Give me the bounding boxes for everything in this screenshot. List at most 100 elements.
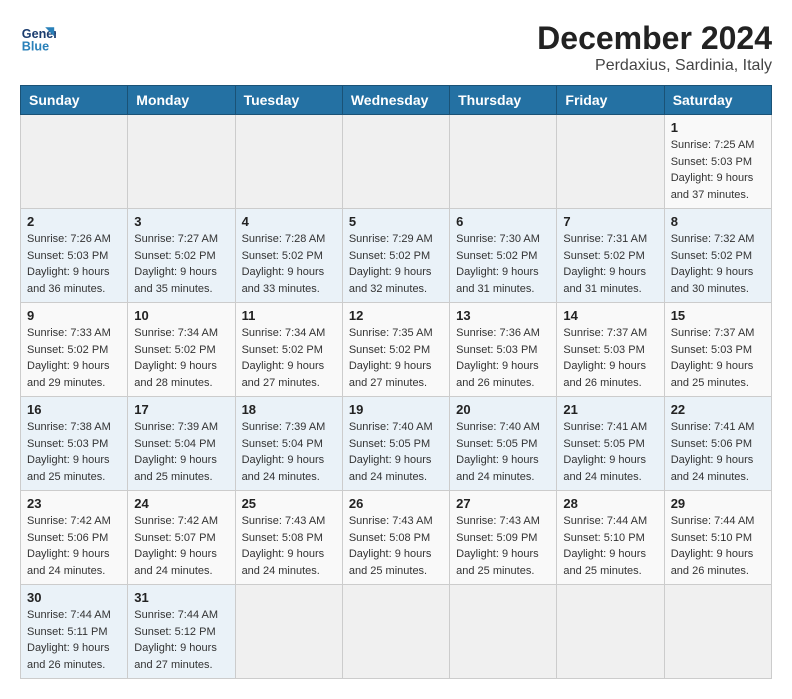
calendar-cell: 28 Sunrise: 7:44 AMSunset: 5:10 PMDayligh…	[557, 491, 664, 585]
day-info: Sunrise: 7:38 AMSunset: 5:03 PMDaylight:…	[27, 419, 121, 485]
calendar-cell	[557, 585, 664, 679]
day-number: 8	[671, 214, 765, 229]
calendar-cell: 10 Sunrise: 7:34 AMSunset: 5:02 PMDayligh…	[128, 303, 235, 397]
col-header-tuesday: Tuesday	[235, 86, 342, 115]
day-number: 21	[563, 402, 657, 417]
day-info: Sunrise: 7:40 AMSunset: 5:05 PMDaylight:…	[349, 419, 443, 485]
title-area: December 2024 Perdaxius, Sardinia, Italy	[537, 20, 772, 75]
calendar-cell	[557, 115, 664, 209]
week-row-2: 2 Sunrise: 7:26 AMSunset: 5:03 PMDaylight…	[21, 209, 772, 303]
calendar-cell: 8Sunrise: 7:32 AMSunset: 5:02 PMDaylight…	[664, 209, 771, 303]
calendar-cell: 25Sunrise: 7:43 AMSunset: 5:08 PMDayligh…	[235, 491, 342, 585]
col-header-thursday: Thursday	[450, 86, 557, 115]
calendar-cell: 12Sunrise: 7:35 AMSunset: 5:02 PMDayligh…	[342, 303, 449, 397]
calendar-cell: 16 Sunrise: 7:38 AMSunset: 5:03 PMDayligh…	[21, 397, 128, 491]
day-number: 10	[134, 308, 228, 323]
calendar-cell: 14 Sunrise: 7:37 AMSunset: 5:03 PMDayligh…	[557, 303, 664, 397]
day-info: Sunrise: 7:44 AMSunset: 5:11 PMDaylight:…	[27, 607, 121, 673]
calendar-cell	[235, 585, 342, 679]
week-row-3: 9 Sunrise: 7:33 AMSunset: 5:02 PMDaylight…	[21, 303, 772, 397]
calendar-cell: 18Sunrise: 7:39 AMSunset: 5:04 PMDayligh…	[235, 397, 342, 491]
calendar-cell: 17Sunrise: 7:39 AMSunset: 5:04 PMDayligh…	[128, 397, 235, 491]
calendar-cell: 11 Sunrise: 7:34 AMSunset: 5:02 PMDayligh…	[235, 303, 342, 397]
day-number: 12	[349, 308, 443, 323]
calendar-cell: 2 Sunrise: 7:26 AMSunset: 5:03 PMDaylight…	[21, 209, 128, 303]
day-info: Sunrise: 7:37 AMSunset: 5:03 PMDaylight:…	[563, 325, 657, 391]
col-header-monday: Monday	[128, 86, 235, 115]
day-info: Sunrise: 7:33 AMSunset: 5:02 PMDaylight:…	[27, 325, 121, 391]
col-header-wednesday: Wednesday	[342, 86, 449, 115]
day-number: 13	[456, 308, 550, 323]
day-number: 4	[242, 214, 336, 229]
calendar-cell	[342, 585, 449, 679]
day-info: Sunrise: 7:25 AMSunset: 5:03 PMDaylight:…	[671, 137, 765, 203]
calendar-cell	[450, 115, 557, 209]
day-number: 26	[349, 496, 443, 511]
day-number: 7	[563, 214, 657, 229]
day-number: 22	[671, 402, 765, 417]
day-info: Sunrise: 7:30 AMSunset: 5:02 PMDaylight:…	[456, 231, 550, 297]
logo: General Blue	[20, 20, 56, 56]
day-info: Sunrise: 7:29 AMSunset: 5:02 PMDaylight:…	[349, 231, 443, 297]
day-number: 23	[27, 496, 121, 511]
day-number: 16	[27, 402, 121, 417]
calendar-cell: 3Sunrise: 7:27 AMSunset: 5:02 PMDaylight…	[128, 209, 235, 303]
day-info: Sunrise: 7:43 AMSunset: 5:09 PMDaylight:…	[456, 513, 550, 579]
day-info: Sunrise: 7:34 AMSunset: 5:02 PMDaylight:…	[242, 325, 336, 391]
calendar-cell: 22 Sunrise: 7:41 AMSunset: 5:06 PMDayligh…	[664, 397, 771, 491]
calendar-cell: 4Sunrise: 7:28 AMSunset: 5:02 PMDaylight…	[235, 209, 342, 303]
day-info: Sunrise: 7:42 AMSunset: 5:07 PMDaylight:…	[134, 513, 228, 579]
calendar-cell	[235, 115, 342, 209]
day-number: 15	[671, 308, 765, 323]
calendar-cell: 31 Sunrise: 7:44 AMSunset: 5:12 PMDayligh…	[128, 585, 235, 679]
day-info: Sunrise: 7:41 AMSunset: 5:06 PMDaylight:…	[671, 419, 765, 485]
day-number: 2	[27, 214, 121, 229]
col-header-sunday: Sunday	[21, 86, 128, 115]
day-info: Sunrise: 7:44 AMSunset: 5:12 PMDaylight:…	[134, 607, 228, 673]
day-number: 27	[456, 496, 550, 511]
calendar-cell: 27 Sunrise: 7:43 AMSunset: 5:09 PMDayligh…	[450, 491, 557, 585]
day-number: 28	[563, 496, 657, 511]
day-number: 29	[671, 496, 765, 511]
calendar-cell	[450, 585, 557, 679]
day-info: Sunrise: 7:26 AMSunset: 5:03 PMDaylight:…	[27, 231, 121, 297]
day-info: Sunrise: 7:31 AMSunset: 5:02 PMDaylight:…	[563, 231, 657, 297]
calendar-cell: 7 Sunrise: 7:31 AMSunset: 5:02 PMDaylight…	[557, 209, 664, 303]
calendar-cell: 29 Sunrise: 7:44 AMSunset: 5:10 PMDayligh…	[664, 491, 771, 585]
day-info: Sunrise: 7:44 AMSunset: 5:10 PMDaylight:…	[563, 513, 657, 579]
calendar-cell: 26 Sunrise: 7:43 AMSunset: 5:08 PMDayligh…	[342, 491, 449, 585]
calendar-table: SundayMondayTuesdayWednesdayThursdayFrid…	[20, 85, 772, 679]
day-info: Sunrise: 7:36 AMSunset: 5:03 PMDaylight:…	[456, 325, 550, 391]
day-info: Sunrise: 7:41 AMSunset: 5:05 PMDaylight:…	[563, 419, 657, 485]
week-row-6: 30 Sunrise: 7:44 AMSunset: 5:11 PMDayligh…	[21, 585, 772, 679]
day-number: 6	[456, 214, 550, 229]
calendar-cell: 24Sunrise: 7:42 AMSunset: 5:07 PMDayligh…	[128, 491, 235, 585]
day-info: Sunrise: 7:34 AMSunset: 5:02 PMDaylight:…	[134, 325, 228, 391]
col-header-friday: Friday	[557, 86, 664, 115]
day-number: 1	[671, 120, 765, 135]
day-info: Sunrise: 7:43 AMSunset: 5:08 PMDaylight:…	[242, 513, 336, 579]
day-info: Sunrise: 7:37 AMSunset: 5:03 PMDaylight:…	[671, 325, 765, 391]
day-number: 31	[134, 590, 228, 605]
day-number: 30	[27, 590, 121, 605]
svg-text:Blue: Blue	[22, 40, 49, 54]
week-row-4: 16 Sunrise: 7:38 AMSunset: 5:03 PMDayligh…	[21, 397, 772, 491]
calendar-cell: 19Sunrise: 7:40 AMSunset: 5:05 PMDayligh…	[342, 397, 449, 491]
day-info: Sunrise: 7:44 AMSunset: 5:10 PMDaylight:…	[671, 513, 765, 579]
calendar-cell	[664, 585, 771, 679]
header: General Blue December 2024 Perdaxius, Sa…	[20, 20, 772, 75]
calendar-cell: 23Sunrise: 7:42 AMSunset: 5:06 PMDayligh…	[21, 491, 128, 585]
calendar-cell: 13 Sunrise: 7:36 AMSunset: 5:03 PMDayligh…	[450, 303, 557, 397]
day-info: Sunrise: 7:43 AMSunset: 5:08 PMDaylight:…	[349, 513, 443, 579]
day-number: 9	[27, 308, 121, 323]
calendar-cell: 21 Sunrise: 7:41 AMSunset: 5:05 PMDayligh…	[557, 397, 664, 491]
calendar-cell	[21, 115, 128, 209]
calendar-cell: 5Sunrise: 7:29 AMSunset: 5:02 PMDaylight…	[342, 209, 449, 303]
calendar-cell: 20Sunrise: 7:40 AMSunset: 5:05 PMDayligh…	[450, 397, 557, 491]
day-number: 11	[242, 308, 336, 323]
calendar-cell: 1 Sunrise: 7:25 AMSunset: 5:03 PMDaylight…	[664, 115, 771, 209]
week-row-1: 1 Sunrise: 7:25 AMSunset: 5:03 PMDaylight…	[21, 115, 772, 209]
calendar-cell: 6 Sunrise: 7:30 AMSunset: 5:02 PMDaylight…	[450, 209, 557, 303]
day-number: 17	[134, 402, 228, 417]
day-number: 14	[563, 308, 657, 323]
